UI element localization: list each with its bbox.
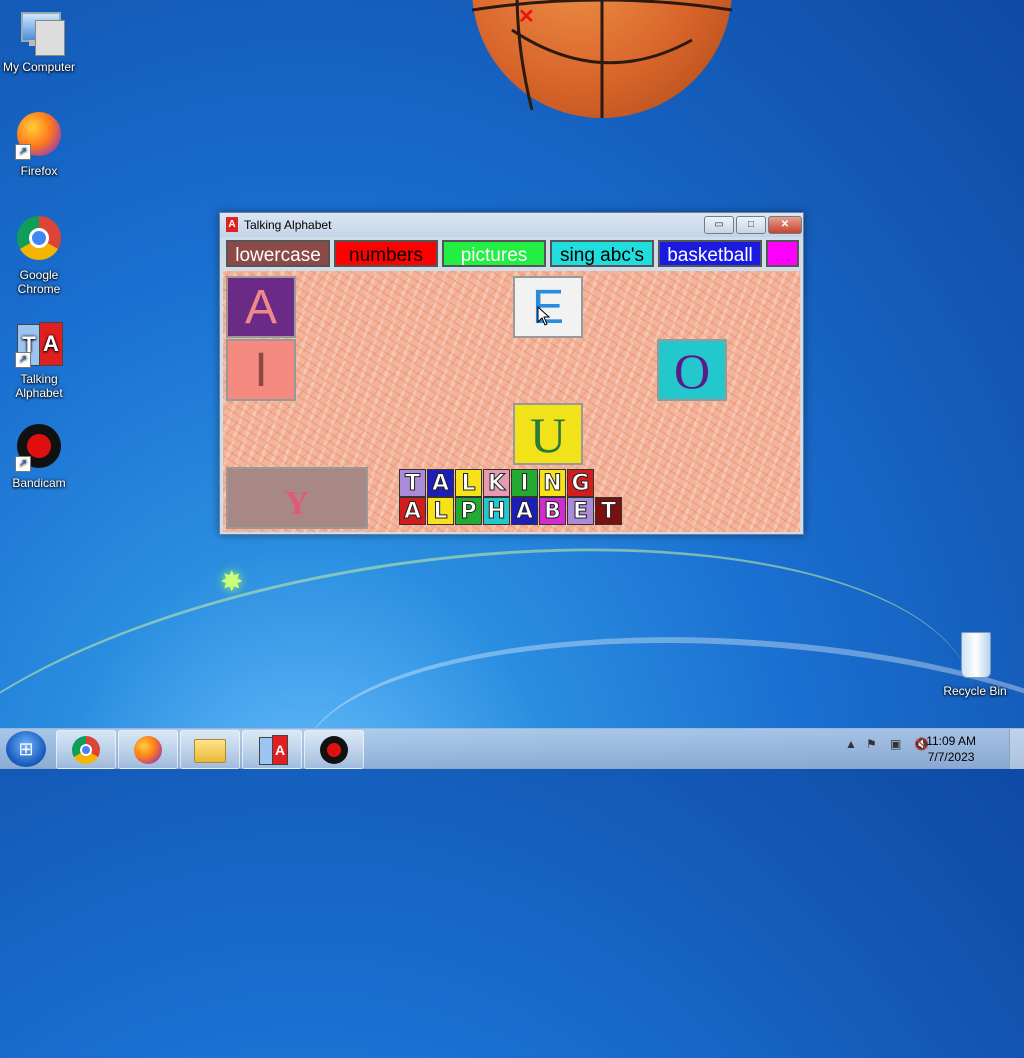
- show-desktop-button[interactable]: [1009, 729, 1024, 769]
- mouse-cursor-icon: [537, 306, 551, 326]
- letter-canvas: A E I O U Y TALKING ALPHABET: [223, 271, 800, 532]
- desktop-icon-firefox[interactable]: ↗ Firefox: [0, 112, 78, 178]
- desktop-icon-label: Talking Alphabet: [15, 372, 63, 400]
- logo-block: B: [539, 497, 566, 525]
- menu-sing-abcs-button[interactable]: sing abc's: [550, 240, 654, 267]
- desktop-icon-google-chrome[interactable]: Google Chrome: [0, 216, 78, 296]
- logo-block: H: [483, 497, 510, 525]
- recycle-bin-icon: [951, 632, 999, 680]
- logo-block: L: [455, 469, 482, 497]
- tray-overflow-icon[interactable]: ▲: [845, 737, 857, 751]
- menu-basketball-button[interactable]: basketball: [658, 240, 762, 267]
- logo-block: A: [511, 497, 538, 525]
- start-button[interactable]: ⊞: [6, 731, 46, 767]
- logo-row-talking: TALKING: [399, 469, 595, 497]
- letter-tile-a[interactable]: A: [226, 276, 296, 338]
- desktop-icon-label: Google Chrome: [17, 268, 61, 296]
- firefox-icon: ↗: [15, 112, 63, 160]
- app-icon: A: [226, 217, 238, 232]
- chrome-icon: [72, 736, 100, 764]
- desktop-icon-talking-alphabet[interactable]: T A ↗ Talking Alphabet: [0, 320, 78, 400]
- logo-block: L: [427, 497, 454, 525]
- logo-block: I: [511, 469, 538, 497]
- clock-time: 11:09 AM: [926, 734, 976, 748]
- minimize-button[interactable]: ▭: [704, 216, 734, 234]
- menu-more-button[interactable]: ...: [766, 240, 799, 267]
- taskbar-firefox-button[interactable]: [118, 730, 178, 769]
- desktop-icon-label: My Computer: [2, 60, 76, 74]
- taskbar-clock[interactable]: 11:09 AM 7/7/2023: [926, 733, 976, 765]
- logo-block: K: [483, 469, 510, 497]
- talking-alphabet-window: A Talking Alphabet ▭ □ ✕ lowercase numbe…: [219, 212, 804, 535]
- firefox-icon: [134, 736, 162, 764]
- taskbar-bandicam-button[interactable]: [304, 730, 364, 769]
- talking-alphabet-icon: A: [257, 735, 288, 765]
- taskbar-explorer-button[interactable]: [180, 730, 240, 769]
- letter-tile-o[interactable]: O: [657, 339, 727, 401]
- action-center-flag-icon[interactable]: ⚑: [866, 737, 877, 751]
- taskbar-talking-alphabet-button[interactable]: A: [242, 730, 302, 769]
- maximize-button[interactable]: □: [736, 216, 766, 234]
- talking-alphabet-icon: T A ↗: [15, 320, 63, 368]
- menu-pictures-button[interactable]: pictures: [442, 240, 546, 267]
- logo-row-alphabet: ALPHABET: [399, 497, 623, 525]
- bandicam-icon: ↗: [15, 424, 63, 472]
- logo-block: N: [539, 469, 566, 497]
- bandicam-icon: [320, 736, 348, 764]
- basketball-widget[interactable]: ✕: [472, 0, 732, 118]
- letter-tile-u[interactable]: U: [513, 403, 583, 465]
- logo-block: E: [567, 497, 594, 525]
- letter-tile-i[interactable]: I: [226, 339, 296, 401]
- logo-block: A: [427, 469, 454, 497]
- logo-block: T: [595, 497, 622, 525]
- desktop-icon-bandicam[interactable]: ↗ Bandicam: [0, 424, 78, 490]
- taskbar-chrome-button[interactable]: [56, 730, 116, 769]
- menu-lowercase-button[interactable]: lowercase: [226, 240, 330, 267]
- window-titlebar[interactable]: A Talking Alphabet ▭ □ ✕: [220, 213, 803, 237]
- chrome-icon: [15, 216, 63, 264]
- letter-tile-y[interactable]: Y: [226, 467, 368, 529]
- folder-icon: [194, 739, 226, 763]
- desktop-icon-label: Recycle Bin: [943, 684, 1007, 698]
- desktop-icon-my-computer[interactable]: My Computer: [0, 8, 78, 74]
- wallpaper-sparkle: ✸: [220, 566, 244, 597]
- desktop-icon-label: Bandicam: [12, 476, 66, 490]
- logo-block: A: [399, 497, 426, 525]
- close-icon[interactable]: ✕: [518, 4, 535, 29]
- clock-date: 7/7/2023: [927, 750, 975, 764]
- taskbar: ⊞ A ▲ ⚑ ▣ 🔇 11:09 AM 7/7/2023: [0, 728, 1024, 769]
- desktop-icon-label: Firefox: [20, 164, 58, 178]
- desktop-icon-recycle-bin[interactable]: Recycle Bin: [936, 632, 1014, 698]
- close-button[interactable]: ✕: [768, 216, 802, 234]
- window-title: Talking Alphabet: [244, 218, 332, 232]
- menu-numbers-button[interactable]: numbers: [334, 240, 438, 267]
- logo-block: G: [567, 469, 594, 497]
- logo-block: P: [455, 497, 482, 525]
- computer-icon: [15, 8, 65, 56]
- network-icon[interactable]: ▣: [890, 737, 901, 751]
- menu-bar: lowercase numbers pictures sing abc's ba…: [224, 239, 799, 269]
- basketball-icon: [472, 0, 732, 118]
- logo-block: T: [399, 469, 426, 497]
